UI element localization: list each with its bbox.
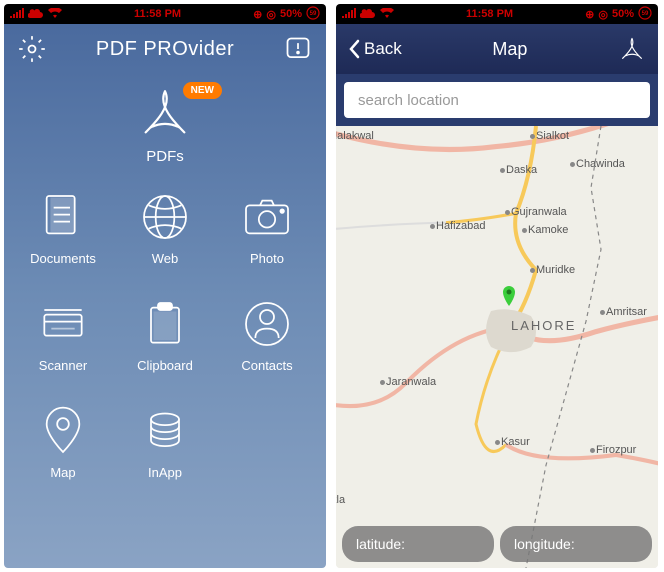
documents-label: Documents	[30, 251, 96, 266]
adobe-icon[interactable]	[618, 35, 646, 63]
city-label: Kamoke	[528, 224, 568, 236]
location-icon: ◎	[266, 8, 276, 21]
city-dot	[530, 134, 535, 139]
pdfs-label: PDFs	[146, 148, 184, 165]
web-label: Web	[152, 251, 179, 266]
signal-icon	[10, 8, 24, 21]
photo-button[interactable]: Photo	[230, 189, 304, 266]
search-container	[336, 74, 658, 126]
map-button[interactable]: Map	[26, 403, 100, 480]
city-dot	[530, 268, 535, 273]
cloud-icon	[360, 8, 376, 21]
battery-percent: 50%	[612, 8, 634, 20]
latitude-pill: latitude:	[342, 526, 494, 562]
map-title: Map	[492, 39, 527, 60]
wifi-icon	[380, 8, 394, 21]
status-bar: 11:58 PM ⊕ ◎ 50% 59	[4, 4, 326, 24]
back-label: Back	[364, 39, 402, 59]
coordinate-pills: latitude: longitude:	[342, 526, 652, 562]
city-label: Amritsar	[606, 306, 647, 318]
city-label: Hafizabad	[436, 220, 486, 232]
cloud-icon	[28, 8, 44, 21]
nav-bar: PDF PROvider	[4, 24, 326, 74]
city-label: kla	[336, 494, 345, 506]
city-label: Chawinda	[576, 158, 625, 170]
globe-icon	[137, 189, 193, 245]
documents-button[interactable]: Documents	[26, 189, 100, 266]
contacts-icon	[239, 296, 295, 352]
coins-icon	[137, 403, 193, 459]
map-label: Map	[50, 465, 75, 480]
city-dot	[380, 380, 385, 385]
city-label: LAHORE	[511, 318, 576, 333]
inapp-label: InApp	[148, 465, 182, 480]
city-dot	[495, 440, 500, 445]
location-icon: ◎	[598, 8, 608, 21]
scanner-label: Scanner	[39, 358, 87, 373]
longitude-pill: longitude:	[500, 526, 652, 562]
city-dot	[505, 210, 510, 215]
document-icon	[35, 189, 91, 245]
phone-home-screen: 11:58 PM ⊕ ◎ 50% 59 PDF PROvider NEW	[4, 4, 326, 568]
feedback-icon[interactable]	[284, 35, 312, 63]
new-badge: NEW	[183, 82, 222, 99]
search-input[interactable]	[344, 82, 650, 118]
city-dot	[600, 310, 605, 315]
city-label: Firozpur	[596, 444, 636, 456]
icon-grid: Documents Web Photo	[4, 189, 326, 480]
phone-map-screen: 11:58 PM ⊕ ◎ 50% 59 Back Map	[336, 4, 658, 568]
contacts-button[interactable]: Contacts	[230, 296, 304, 373]
svg-text:59: 59	[642, 11, 649, 17]
status-time: 11:58 PM	[134, 8, 181, 20]
city-label: Jaranwala	[386, 376, 436, 388]
battery-percent: 50%	[280, 8, 302, 20]
back-button[interactable]: Back	[348, 39, 402, 59]
camera-icon	[239, 189, 295, 245]
location-pin	[501, 286, 517, 308]
wifi-icon	[48, 8, 62, 21]
compass-icon: ⊕	[253, 8, 262, 21]
photo-label: Photo	[250, 251, 284, 266]
inapp-button[interactable]: InApp	[128, 403, 202, 480]
city-label: Daska	[506, 164, 537, 176]
city-label: Kasur	[501, 436, 530, 448]
map-nav-bar: Back Map	[336, 24, 658, 74]
app-title: PDF PROvider	[96, 38, 234, 61]
city-label: Muridke	[536, 264, 575, 276]
city-dot	[430, 224, 435, 229]
clipboard-icon	[137, 296, 193, 352]
city-label: Malakwal	[336, 130, 374, 142]
clipboard-label: Clipboard	[137, 358, 193, 373]
battery-icon: 59	[306, 6, 320, 23]
city-label: Gujranwala	[511, 206, 567, 218]
city-dot	[570, 162, 575, 167]
map-view[interactable]: Malakwal Sialkot Daska Chawinda Gujranwala Ha…	[336, 126, 658, 568]
web-button[interactable]: Web	[128, 189, 202, 266]
battery-icon: 59	[638, 6, 652, 23]
svg-text:59: 59	[310, 11, 317, 17]
pdfs-button[interactable]: NEW PDFs	[136, 84, 194, 165]
city-dot	[500, 168, 505, 173]
city-label: Sialkot	[536, 130, 569, 142]
status-bar: 11:58 PM ⊕ ◎ 50% 59	[336, 4, 658, 24]
contacts-label: Contacts	[241, 358, 292, 373]
city-dot	[522, 228, 527, 233]
scanner-button[interactable]: Scanner	[26, 296, 100, 373]
back-arrow-icon	[348, 39, 360, 59]
scanner-icon	[35, 296, 91, 352]
compass-icon: ⊕	[585, 8, 594, 21]
map-pin-icon	[35, 403, 91, 459]
signal-icon	[342, 8, 356, 21]
map-background	[336, 126, 658, 568]
clipboard-button[interactable]: Clipboard	[128, 296, 202, 373]
settings-icon[interactable]	[18, 35, 46, 63]
city-dot	[590, 448, 595, 453]
status-time: 11:58 PM	[466, 8, 513, 20]
